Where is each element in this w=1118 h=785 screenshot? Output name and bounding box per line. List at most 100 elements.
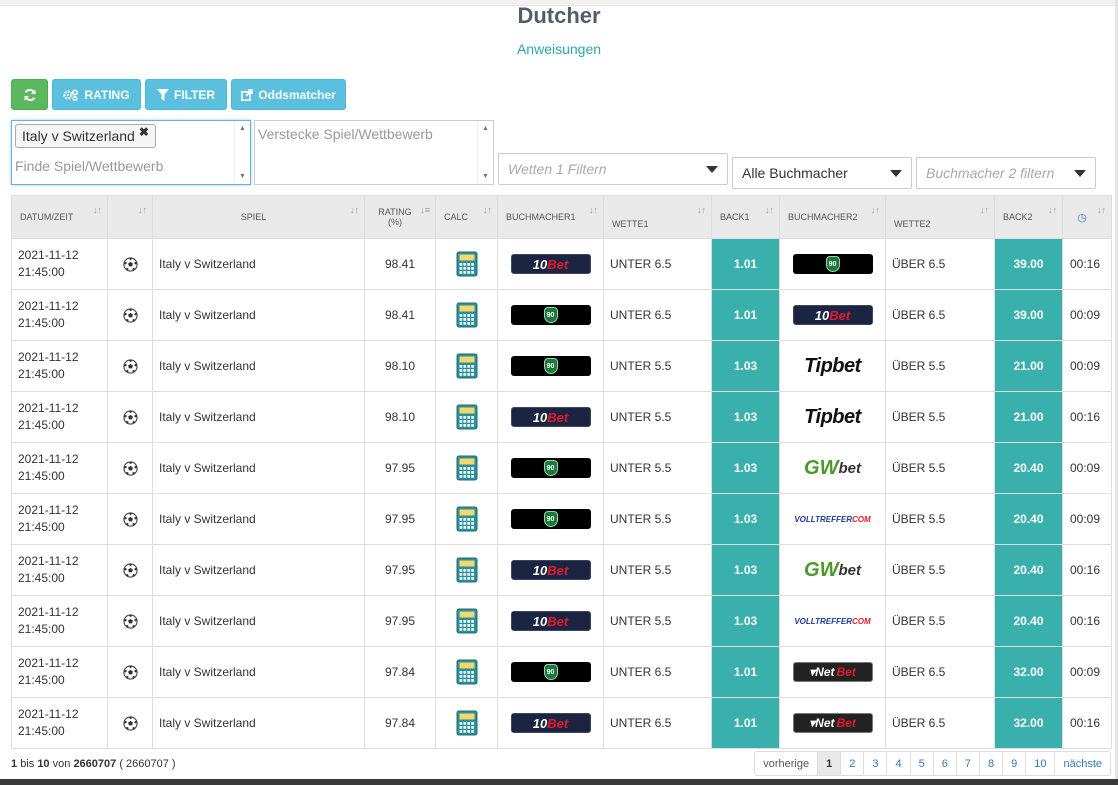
table-row[interactable]: 2021-11-12 21:45:00 Italy v Switzerland 9… (11, 238, 1112, 290)
cell-bookmaker1[interactable]: 90 (497, 442, 604, 494)
pagination-page-10[interactable]: 10 (1025, 752, 1054, 775)
col-header-game[interactable]: SPIEL ↓↑ (152, 195, 365, 239)
cell-bookmaker1[interactable]: 10 Bet (497, 595, 604, 647)
bookmaker-logo-10bet[interactable]: 10 Bet (510, 560, 591, 580)
col-header-age[interactable]: ◷ ↓↑ (1062, 195, 1112, 239)
cell-calc[interactable] (435, 442, 498, 494)
remove-tag-icon[interactable]: ✖ (139, 125, 149, 139)
cell-bookmaker1[interactable]: 90 (497, 289, 604, 341)
calculator-icon[interactable] (456, 557, 478, 583)
bookmaker2-dropdown[interactable]: Buchmacher 2 filtern (916, 157, 1096, 189)
cell-calc[interactable] (435, 646, 498, 698)
game-search-input[interactable]: Finde Spiel/Wettbewerb (15, 158, 163, 174)
cell-back1[interactable]: 1.03 (711, 544, 780, 596)
bookmaker-logo-netbet[interactable]: ▾Net Bet (792, 713, 873, 733)
cell-bookmaker1[interactable]: 10 Bet (497, 544, 604, 596)
calculator-icon[interactable] (456, 659, 478, 685)
cell-game[interactable]: Italy v Switzerland (152, 646, 365, 698)
calculator-icon[interactable] (456, 302, 478, 328)
calculator-icon[interactable] (456, 506, 478, 532)
col-header-date[interactable]: DATUM/ZEIT ↓↑ (11, 195, 108, 239)
cell-back1[interactable]: 1.03 (711, 340, 780, 392)
col-header-back1[interactable]: BACK1 ↓↑ (711, 195, 780, 239)
cell-bookmaker1[interactable]: 10 Bet (497, 697, 604, 749)
cell-back2[interactable]: 20.40 (994, 595, 1063, 647)
bookmaker-logo-volltreffer[interactable]: VOLLTREFFER COM (786, 509, 879, 529)
oddsmatcher-button[interactable]: Oddsmatcher (231, 79, 346, 110)
bookmaker-logo-bet90[interactable]: 90 (792, 254, 873, 274)
calculator-icon[interactable] (456, 710, 478, 736)
hide-game-select[interactable]: Verstecke Spiel/Wettbewerb ▲ ▼ (254, 120, 494, 185)
pagination-prev[interactable]: vorherige (755, 752, 817, 775)
cell-back2[interactable]: 39.00 (994, 289, 1063, 341)
pagination-page-1[interactable]: 1 (817, 752, 841, 775)
scroll-down-icon[interactable]: ▼ (239, 173, 246, 180)
cell-bookmaker2[interactable]: GW bet (779, 442, 886, 494)
cell-calc[interactable] (435, 391, 498, 443)
table-row[interactable]: 2021-11-12 21:45:00 Italy v Switzerland 9… (11, 442, 1112, 494)
cell-bookmaker2[interactable]: VOLLTREFFER COM (779, 493, 886, 545)
bookmaker-logo-tipbet[interactable]: Tipbet (786, 406, 879, 428)
cell-calc[interactable] (435, 289, 498, 341)
select-scrollbar[interactable]: ▲ ▼ (477, 121, 493, 184)
table-row[interactable]: 2021-11-12 21:45:00 Italy v Switzerland 9… (11, 289, 1112, 341)
calculator-icon[interactable] (456, 251, 478, 277)
bookmaker-logo-10bet[interactable]: 10 Bet (510, 611, 591, 631)
table-row[interactable]: 2021-11-12 21:45:00 Italy v Switzerland 9… (11, 595, 1112, 647)
cell-calc[interactable] (435, 493, 498, 545)
calculator-icon[interactable] (456, 353, 478, 379)
col-header-bet1[interactable]: WETTE1 ↓↑ (603, 195, 712, 239)
select-scrollbar[interactable]: ▲ ▼ (234, 121, 250, 184)
cell-bookmaker2[interactable]: Tipbet (779, 340, 886, 392)
cell-game[interactable]: Italy v Switzerland (152, 493, 365, 545)
cell-calc[interactable] (435, 595, 498, 647)
bookmaker-logo-bet90[interactable]: 90 (510, 458, 591, 478)
cell-back1[interactable]: 1.03 (711, 391, 780, 443)
cell-game[interactable]: Italy v Switzerland (152, 238, 365, 290)
cell-game[interactable]: Italy v Switzerland (152, 595, 365, 647)
cell-back2[interactable]: 21.00 (994, 340, 1063, 392)
pagination-page-2[interactable]: 2 (840, 752, 863, 775)
bet1-filter-dropdown[interactable]: Wetten 1 Filtern (498, 153, 728, 185)
bookmaker-logo-gwbet[interactable]: GW bet (786, 559, 879, 581)
table-row[interactable]: 2021-11-12 21:45:00 Italy v Switzerland 9… (11, 493, 1112, 545)
cell-back2[interactable]: 32.00 (994, 646, 1063, 698)
cell-bookmaker1[interactable]: 90 (497, 646, 604, 698)
calculator-icon[interactable] (456, 455, 478, 481)
cell-back1[interactable]: 1.01 (711, 289, 780, 341)
cell-bookmaker2[interactable]: ▾Net Bet (779, 646, 886, 698)
bookmaker-logo-bet90[interactable]: 90 (510, 305, 591, 325)
selected-game-tag[interactable]: Italy v Switzerland ✖ (15, 124, 156, 148)
table-row[interactable]: 2021-11-12 21:45:00 Italy v Switzerland 9… (11, 340, 1112, 392)
cell-bookmaker2[interactable]: Tipbet (779, 391, 886, 443)
col-header-calc[interactable]: CALC ↓↑ (435, 195, 498, 239)
col-header-sport[interactable]: ↓↑ (107, 195, 153, 239)
bookmaker-logo-volltreffer[interactable]: VOLLTREFFER COM (786, 611, 879, 631)
cell-back1[interactable]: 1.03 (711, 595, 780, 647)
cell-game[interactable]: Italy v Switzerland (152, 391, 365, 443)
cell-bookmaker1[interactable]: 10 Bet (497, 238, 604, 290)
bookmaker-logo-netbet[interactable]: ▾Net Bet (792, 662, 873, 682)
cell-back1[interactable]: 1.03 (711, 442, 780, 494)
game-search-select[interactable]: Italy v Switzerland ✖ Finde Spiel/Wettbe… (11, 120, 251, 185)
filter-button[interactable]: FILTER (145, 79, 227, 110)
cell-back1[interactable]: 1.01 (711, 697, 780, 749)
cell-back1[interactable]: 1.03 (711, 493, 780, 545)
cell-back2[interactable]: 32.00 (994, 697, 1063, 749)
col-header-bookmaker1[interactable]: BUCHMACHER1 ↓↑ (497, 195, 604, 239)
bookmaker-logo-10bet[interactable]: 10 Bet (510, 713, 591, 733)
cell-back2[interactable]: 21.00 (994, 391, 1063, 443)
calculator-icon[interactable] (456, 608, 478, 634)
pagination-page-3[interactable]: 3 (863, 752, 886, 775)
cell-game[interactable]: Italy v Switzerland (152, 340, 365, 392)
instructions-link[interactable]: Anweisungen (0, 41, 1118, 57)
table-row[interactable]: 2021-11-12 21:45:00 Italy v Switzerland 9… (11, 697, 1112, 749)
cell-back1[interactable]: 1.01 (711, 238, 780, 290)
scroll-down-icon[interactable]: ▼ (482, 173, 489, 180)
rating-button[interactable]: RATING (52, 79, 141, 110)
pagination-page-4[interactable]: 4 (886, 752, 909, 775)
cell-bookmaker2[interactable]: ▾Net Bet (779, 697, 886, 749)
cell-back2[interactable]: 20.40 (994, 442, 1063, 494)
cell-bookmaker1[interactable]: 90 (497, 493, 604, 545)
scroll-up-icon[interactable]: ▲ (239, 125, 246, 132)
